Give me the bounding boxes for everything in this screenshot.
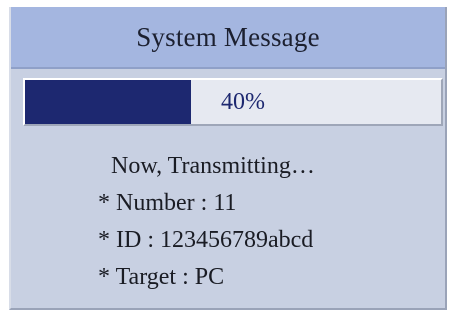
progress-percent: 40% [221, 88, 265, 115]
progress-fill [25, 80, 192, 124]
status-text: Now, Transmitting… [111, 153, 315, 179]
detail-number: * Number : 11 [98, 190, 237, 216]
detail-target: * Target : PC [98, 264, 225, 290]
system-message-dialog: System Message 40% Now, Transmitting… * … [9, 7, 447, 310]
detail-id: * ID : 123456789abcd [98, 227, 314, 253]
progress-bar: 40% [23, 78, 443, 126]
title-bar: System Message [11, 7, 445, 69]
dialog-title: System Message [136, 21, 320, 52]
